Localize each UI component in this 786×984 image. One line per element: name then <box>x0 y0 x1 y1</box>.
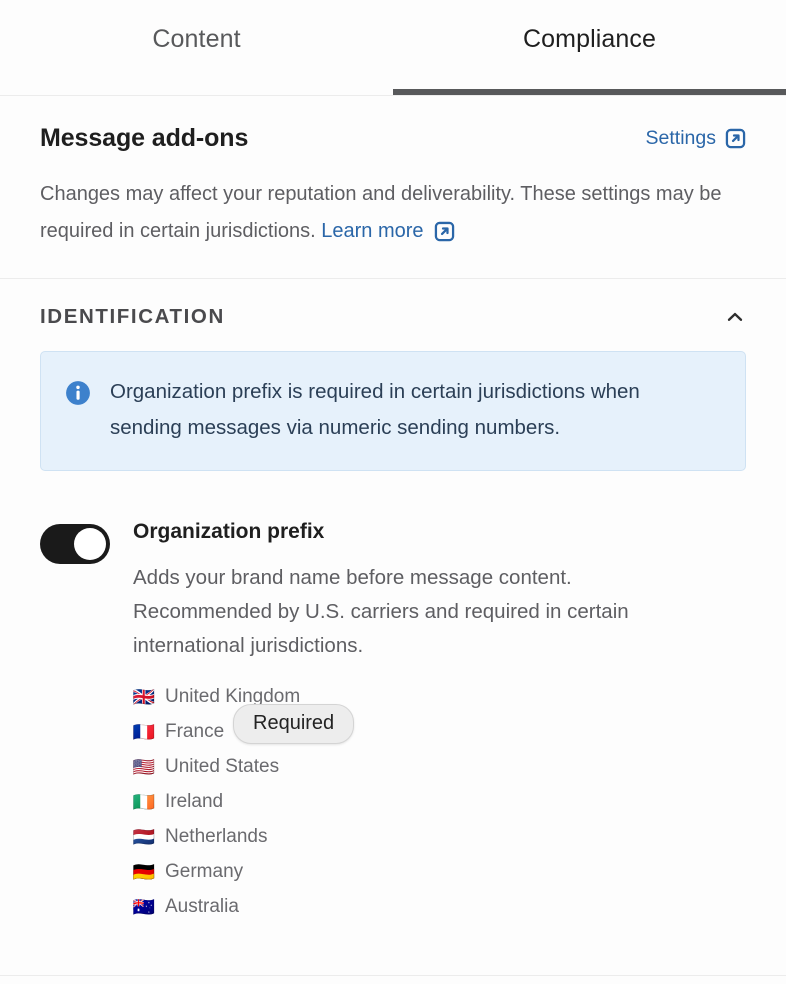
identification-title: IDENTIFICATION <box>40 305 225 328</box>
list-item: 🇳🇱 Netherlands <box>133 819 746 854</box>
organization-prefix-label: Organization prefix <box>133 520 325 543</box>
flag-icon-united-states: 🇺🇸 <box>132 756 156 777</box>
flag-icon-united-kingdom: 🇬🇧 <box>132 686 156 707</box>
country-name: France <box>165 720 225 742</box>
flag-icon-germany: 🇩🇪 <box>132 861 156 882</box>
organization-prefix-body: Organization prefix Adds your brand name… <box>133 519 746 924</box>
external-link-icon <box>725 128 746 149</box>
list-item: 🇦🇺 Australia <box>133 889 746 924</box>
bottom-divider <box>0 975 786 976</box>
settings-link[interactable]: Settings <box>646 126 746 150</box>
tab-content[interactable]: Content <box>0 0 393 95</box>
page-title: Message add-ons <box>40 124 249 152</box>
supported-countries-list: 🇬🇧 United Kingdom 🇫🇷 France 🇺🇸 United St… <box>133 679 746 924</box>
identification-section-header[interactable]: IDENTIFICATION <box>0 279 786 351</box>
list-item: 🇺🇸 United States <box>133 749 746 784</box>
info-banner: Organization prefix is required in certa… <box>40 351 746 471</box>
message-addons-section: Message add-ons Settings Changes may aff… <box>0 96 786 279</box>
organization-prefix-setting: Organization prefix Adds your brand name… <box>0 471 786 924</box>
info-circle-icon <box>65 380 91 406</box>
message-addons-header: Message add-ons Settings <box>40 122 746 154</box>
flag-icon-ireland: 🇮🇪 <box>132 791 156 812</box>
compliance-settings-page: Content Compliance Message add-ons Setti… <box>0 0 786 984</box>
organization-prefix-toggle[interactable] <box>40 524 110 564</box>
message-addons-description: Changes may affect your reputation and d… <box>40 176 740 250</box>
country-name: Netherlands <box>165 825 268 847</box>
info-banner-text: Organization prefix is required in certa… <box>110 380 640 439</box>
list-item: 🇩🇪 Germany <box>133 854 746 889</box>
flag-icon-netherlands: 🇳🇱 <box>132 826 156 847</box>
tab-compliance[interactable]: Compliance <box>393 0 786 95</box>
tab-content-label: Content <box>152 25 241 53</box>
flag-icon-france: 🇫🇷 <box>132 721 156 742</box>
learn-more-link[interactable]: Learn more <box>321 219 454 243</box>
organization-prefix-description: Adds your brand name before message cont… <box>133 566 629 657</box>
required-tooltip: Required <box>233 704 355 744</box>
tab-compliance-label: Compliance <box>522 25 656 53</box>
chevron-up-icon[interactable] <box>724 306 746 328</box>
tab-bar: Content Compliance <box>0 0 786 96</box>
list-item: 🇮🇪 Ireland <box>133 784 746 819</box>
list-item: 🇬🇧 United Kingdom <box>133 679 746 714</box>
flag-icon-australia: 🇦🇺 <box>132 896 156 917</box>
country-name: Ireland <box>165 790 224 812</box>
learn-more-label: Learn more <box>321 220 424 242</box>
country-name: United States <box>165 755 280 777</box>
settings-link-label: Settings <box>645 127 716 149</box>
country-name: Australia <box>165 895 239 917</box>
external-link-icon <box>434 221 455 242</box>
toggle-knob <box>74 528 106 560</box>
list-item: 🇫🇷 France <box>133 714 746 749</box>
country-name: Germany <box>165 860 244 882</box>
